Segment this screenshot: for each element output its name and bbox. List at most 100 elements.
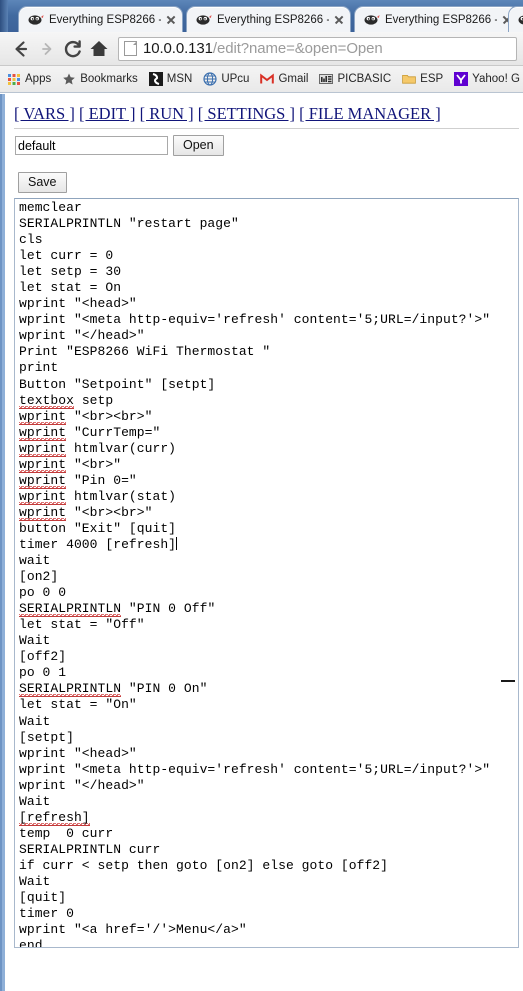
open-button[interactable]: Open [173, 135, 224, 156]
nav-link-edit[interactable]: [ EDIT ] [79, 104, 136, 123]
bookmarks-bar: Apps Bookmarks MSN UPcu Gmail PICBASIC E… [0, 66, 523, 93]
back-arrow-icon[interactable] [8, 36, 34, 62]
tab-title: Everything ESP8266 - [217, 13, 329, 26]
nav-link-settings[interactable]: [ SETTINGS ] [198, 104, 295, 123]
code-line: print [19, 360, 59, 376]
nav-link-vars[interactable]: [ VARS ] [14, 104, 75, 123]
msn-butterfly-icon [148, 72, 163, 86]
code-line: [off2] [19, 649, 67, 665]
code-line: let stat = "On" [19, 697, 137, 713]
horizontal-rule [14, 128, 519, 129]
address-bar[interactable]: 10.0.0.131/edit?name=&open=Open [118, 36, 517, 61]
code-line: let setp = 30 [19, 264, 122, 280]
scroll-artifact-dash [501, 680, 515, 682]
browser-tab-2[interactable]: Everything ESP8266 - [186, 6, 351, 32]
bookmark-apps[interactable]: Apps [7, 72, 51, 86]
code-line: let stat = On [19, 280, 122, 296]
code-line: po 0 0 [19, 585, 67, 601]
spellcheck-word: wprint [19, 456, 67, 473]
code-line: timer 4000 [refresh] [19, 536, 178, 552]
code-line: wait [19, 553, 51, 569]
bookmark-label: Yahoo! G [472, 73, 520, 85]
code-line: wprint "<meta http-equiv='refresh' conte… [19, 312, 491, 328]
browser-window: Everything ESP8266 - Everything ESP8266 … [0, 0, 523, 991]
code-line: Wait [19, 873, 51, 889]
window-left-edge [0, 0, 8, 32]
bookmark-label: Gmail [278, 73, 309, 85]
bookmark-label: UPcu [221, 73, 250, 85]
document-icon [124, 41, 137, 56]
code-line: [setpt] [19, 729, 74, 745]
code-line: [refresh] [19, 809, 518, 826]
browser-tab-1[interactable]: Everything ESP8266 - [18, 6, 183, 32]
esp-logo-icon [518, 13, 523, 27]
code-line: SERIALPRINTLN "restart page" [19, 216, 239, 232]
bookmark-yahoo[interactable]: Yahoo! G [454, 72, 520, 86]
code-line: Print "ESP8266 WiFi Thermostat " [19, 344, 271, 360]
tab-title: Everything ESP8266 - [49, 13, 161, 26]
bookmark-label: MSN [166, 73, 193, 85]
close-icon[interactable] [164, 13, 178, 27]
bookmark-label: PICBASIC [337, 73, 392, 85]
code-line: Wait [19, 633, 51, 649]
spellcheck-word: SERIALPRINTLN [19, 681, 122, 698]
bookmark-upcu[interactable]: UPcu [203, 72, 249, 86]
code-line: let curr = 0 [19, 248, 114, 264]
spellcheck-word: wprint [19, 504, 67, 521]
browser-tab-4[interactable] [508, 6, 523, 32]
code-line: SERIALPRINTLN curr [19, 841, 161, 857]
code-line: [quit] [19, 890, 67, 906]
code-line: wprint htmlvar(stat) [19, 488, 177, 505]
page-nav-links: [ VARS ] [ EDIT ] [ RUN ] [ SETTINGS ] [… [14, 104, 441, 124]
address-host: 10.0.0.131 [143, 40, 213, 57]
code-line: SERIALPRINTLN "PIN 0 On" [19, 681, 208, 698]
spellcheck-word: wprint [19, 408, 67, 425]
code-line: wprint "<head>" [19, 296, 137, 312]
code-line: temp 0 curr [19, 825, 114, 841]
code-line: let stat = "Off" [19, 617, 145, 633]
bookmark-label: ESP [420, 73, 444, 85]
code-line: wprint "Pin 0=" [19, 472, 137, 489]
code-line: Button "Setpoint" [setpt] [19, 376, 216, 392]
bookmark-bookmarks[interactable]: Bookmarks [62, 72, 138, 86]
bookmark-msn[interactable]: MSN [148, 72, 193, 86]
spellcheck-word: wprint [19, 488, 67, 505]
code-line: [on2] [19, 569, 59, 585]
filename-input[interactable] [15, 136, 168, 155]
spellcheck-word: [refresh] [19, 809, 90, 826]
code-line: wprint "<br><br>" [19, 408, 153, 425]
spellcheck-word: wprint [19, 472, 67, 489]
gmail-m-icon [260, 72, 275, 86]
reload-icon[interactable] [60, 36, 86, 62]
browser-tab-3[interactable]: Everything ESP8266 - [354, 6, 519, 32]
star-icon [62, 72, 76, 86]
code-line: if curr < setp then goto [on2] else goto… [19, 857, 389, 873]
tab-strip: Everything ESP8266 - Everything ESP8266 … [0, 0, 523, 32]
esp-logo-icon [196, 13, 212, 27]
home-icon[interactable] [86, 36, 112, 62]
bookmark-label: Bookmarks [80, 73, 138, 85]
spellcheck-word: wprint [19, 440, 67, 457]
code-editor-textarea[interactable]: memclear SERIALPRINTLN "restart page" cls l… [14, 198, 519, 948]
bookmark-gmail[interactable]: Gmail [260, 72, 308, 86]
bookmark-picbasic[interactable]: PICBASIC [319, 72, 391, 86]
save-button[interactable]: Save [18, 172, 67, 193]
bookmark-label: Apps [25, 73, 52, 85]
close-icon[interactable] [332, 13, 346, 27]
code-line: wprint "<head>" [19, 745, 137, 761]
bookmark-esp[interactable]: ESP [402, 72, 443, 86]
code-line: memclear [19, 200, 82, 215]
code-editor-content: memclear SERIALPRINTLN "restart page" cls l… [19, 200, 518, 947]
code-line: SERIALPRINTLN "PIN 0 Off" [19, 601, 216, 618]
page-content: [ VARS ] [ EDIT ] [ RUN ] [ SETTINGS ] [… [5, 94, 523, 991]
folder-icon [402, 72, 416, 86]
forward-arrow-icon[interactable] [34, 36, 60, 62]
nav-link-run[interactable]: [ RUN ] [140, 104, 194, 123]
globe-icon [203, 72, 217, 86]
code-line: wprint "<br><br>" [19, 504, 153, 521]
nav-link-file-manager[interactable]: [ FILE MANAGER ] [299, 104, 441, 123]
code-line: wprint "</head>" [19, 777, 145, 793]
code-line: Wait [19, 793, 51, 809]
code-line: wprint "CurrTemp=" [19, 424, 161, 441]
code-line: cls [19, 232, 43, 248]
